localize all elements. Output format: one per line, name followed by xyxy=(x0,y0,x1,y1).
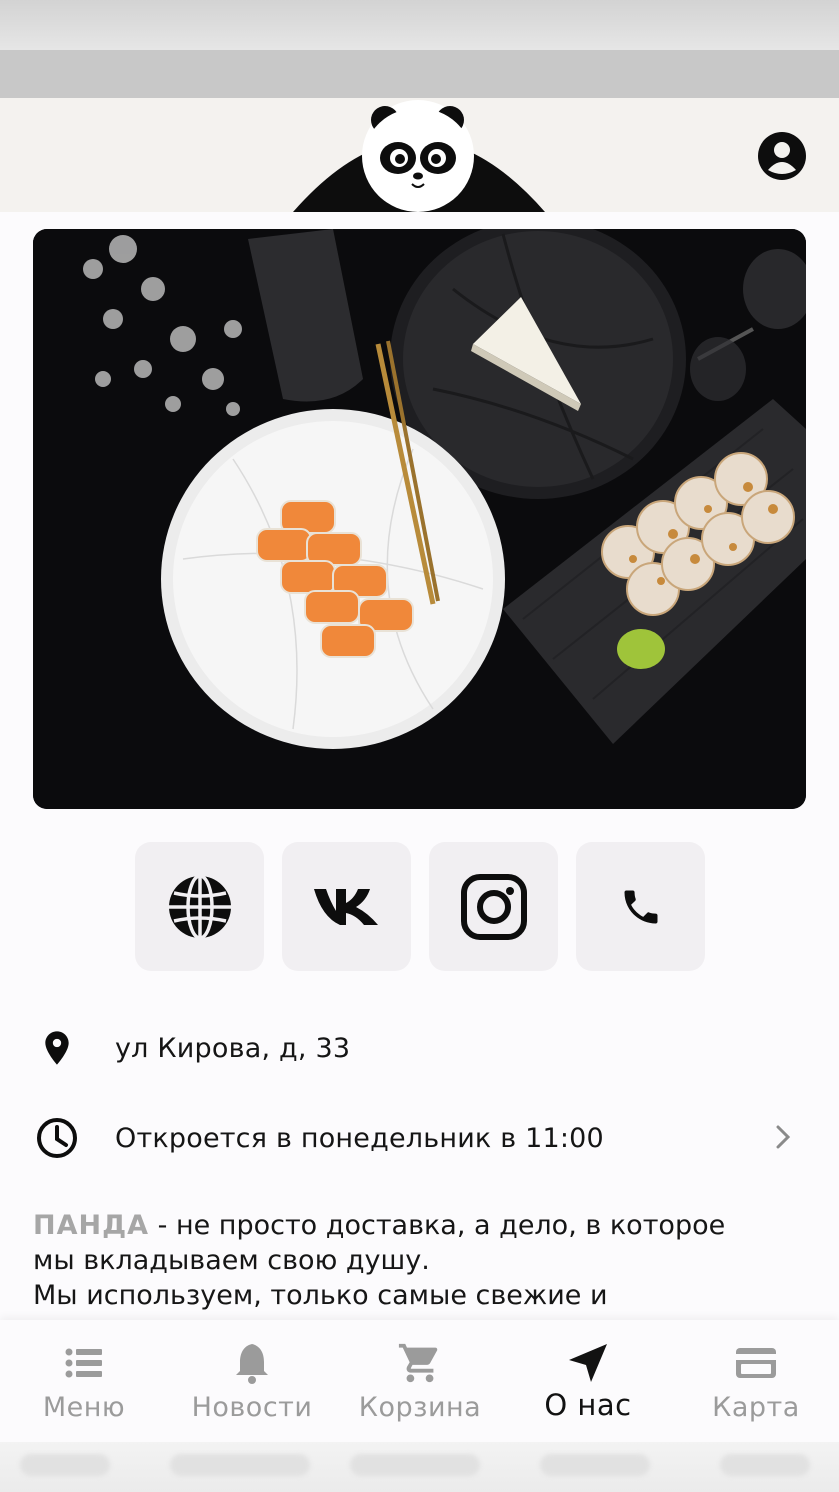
hours-row[interactable]: Откроется в понедельник в 11:00 xyxy=(33,1108,806,1168)
tab-news[interactable]: Новости xyxy=(168,1320,336,1442)
brand-name: ПАНДА xyxy=(33,1210,150,1241)
address-text: ул Кирова, д, 33 xyxy=(115,1032,351,1064)
vk-button[interactable] xyxy=(282,842,411,971)
address-row[interactable]: ул Кирова, д, 33 xyxy=(33,1018,806,1078)
location-pin-icon xyxy=(33,1024,81,1072)
app-header xyxy=(0,98,839,212)
cart-icon xyxy=(398,1343,438,1383)
about-line-1: ПАНДА - не просто доставка, а дело, в ко… xyxy=(33,1208,808,1243)
tab-about[interactable]: О нас xyxy=(504,1320,672,1442)
bell-icon xyxy=(236,1344,268,1384)
tab-about-label: О нас xyxy=(544,1388,632,1422)
phone-button[interactable] xyxy=(576,842,705,971)
tab-cart-label: Корзина xyxy=(358,1392,482,1423)
status-bar xyxy=(0,0,839,50)
tab-cart[interactable]: Корзина xyxy=(336,1320,504,1442)
about-line-3: Мы используем, только самые свежие и xyxy=(33,1280,608,1311)
tab-card-label: Карта xyxy=(712,1392,800,1423)
system-nav-bar xyxy=(0,1442,839,1492)
globe-icon xyxy=(168,873,231,940)
tab-menu-label: Меню xyxy=(42,1392,126,1423)
instagram-icon xyxy=(460,873,527,940)
hours-text: Откроется в понедельник в 11:00 xyxy=(115,1122,604,1154)
clock-icon xyxy=(33,1114,81,1162)
panda-logo[interactable] xyxy=(293,98,545,212)
account-circle-icon[interactable] xyxy=(756,130,808,182)
list-icon xyxy=(65,1348,102,1378)
phone-icon xyxy=(624,890,657,923)
about-text: ПАНДА - не просто доставка, а дело, в ко… xyxy=(33,1208,808,1313)
chevron-right-icon xyxy=(776,1125,791,1149)
tab-card[interactable]: Карта xyxy=(672,1320,839,1442)
vk-icon xyxy=(313,888,378,925)
navigation-arrow-icon xyxy=(569,1344,607,1382)
instagram-button[interactable] xyxy=(429,842,558,971)
top-band xyxy=(0,50,839,98)
about-line-1-text: - не просто доставка, а дело, в которое xyxy=(149,1210,726,1241)
tab-news-label: Новости xyxy=(191,1392,313,1423)
hero-photo xyxy=(33,229,806,809)
about-line-2: мы вкладываем свою душу. xyxy=(33,1245,430,1276)
bottom-tab-bar: Меню Новости Корзина О нас Карта xyxy=(0,1320,839,1442)
credit-card-icon xyxy=(736,1348,776,1378)
social-links xyxy=(135,842,705,971)
website-button[interactable] xyxy=(135,842,264,971)
tab-menu[interactable]: Меню xyxy=(0,1320,168,1442)
